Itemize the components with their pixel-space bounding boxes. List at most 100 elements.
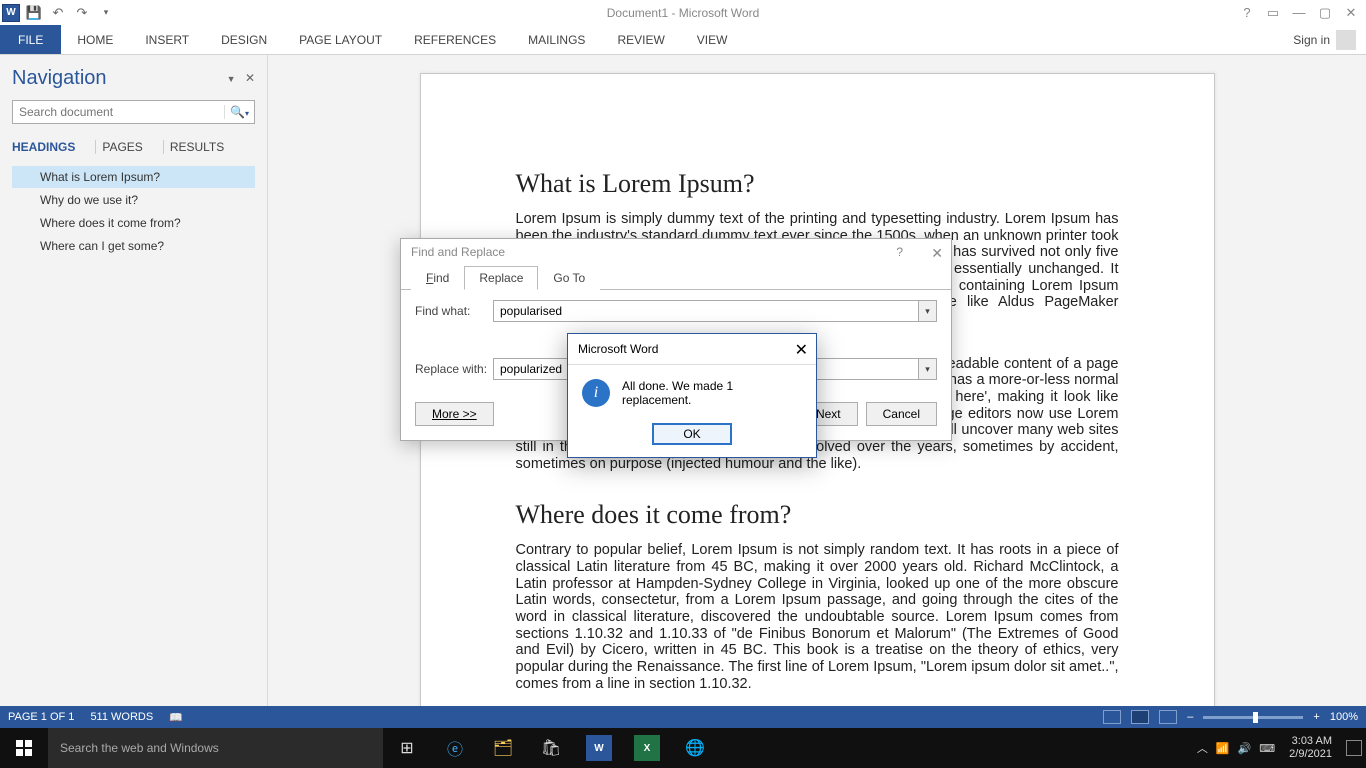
taskbar-date: 2/9/2021 bbox=[1289, 748, 1332, 761]
ribbon-display-icon[interactable]: ▭ bbox=[1264, 5, 1282, 21]
dialog-help-icon[interactable]: ? bbox=[896, 245, 903, 259]
save-icon[interactable]: 💾 bbox=[24, 5, 44, 21]
nav-search-input[interactable] bbox=[13, 105, 224, 119]
qat-customize-icon[interactable]: ▾ bbox=[96, 7, 116, 18]
volume-icon[interactable]: 🔊 bbox=[1238, 742, 1252, 755]
ok-button[interactable]: OK bbox=[652, 423, 732, 445]
maximize-icon[interactable]: ▢ bbox=[1316, 5, 1334, 21]
file-explorer-icon[interactable]: 🗂 bbox=[479, 728, 527, 768]
avatar-icon bbox=[1336, 30, 1356, 50]
network-icon[interactable]: 📶 bbox=[1216, 742, 1230, 755]
minimize-icon[interactable]: — bbox=[1290, 5, 1308, 21]
more-button[interactable]: More >> bbox=[415, 402, 494, 426]
cancel-button[interactable]: Cancel bbox=[866, 402, 937, 426]
dialog-close-icon[interactable]: ✕ bbox=[931, 245, 943, 262]
doc-paragraph: Contrary to popular belief, Lorem Ipsum … bbox=[516, 542, 1119, 692]
find-what-label: Find what: bbox=[415, 304, 493, 318]
heading-item[interactable]: What is Lorem Ipsum? bbox=[12, 166, 255, 188]
excel-taskbar-icon[interactable]: X bbox=[623, 728, 671, 768]
doc-heading-1: What is Lorem Ipsum? bbox=[516, 169, 1119, 199]
undo-icon[interactable]: ↶ bbox=[48, 5, 68, 21]
store-icon[interactable]: 🛍 bbox=[527, 728, 575, 768]
sign-in[interactable]: Sign in bbox=[1293, 25, 1366, 54]
word-taskbar-icon[interactable]: W bbox=[575, 728, 623, 768]
nav-tab-results[interactable]: RESULTS bbox=[170, 138, 234, 156]
message-text: All done. We made 1 replacement. bbox=[622, 379, 802, 407]
zoom-level[interactable]: 100% bbox=[1330, 711, 1358, 723]
message-box-title: Microsoft Word bbox=[578, 342, 658, 356]
keyboard-icon[interactable]: ⌨ bbox=[1259, 742, 1275, 755]
document-title: Document1 - Microsoft Word bbox=[607, 6, 760, 20]
tray-chevron-icon[interactable]: ︿ bbox=[1197, 740, 1208, 756]
close-icon[interactable]: ✕ bbox=[1342, 5, 1360, 21]
status-words[interactable]: 511 WORDS bbox=[90, 711, 153, 723]
nav-tabs: HEADINGS PAGES RESULTS bbox=[12, 138, 255, 156]
status-bar: PAGE 1 OF 1 511 WORDS 📖 – + 100% bbox=[0, 706, 1366, 728]
doc-heading-3: Where does it come from? bbox=[516, 500, 1119, 530]
status-page[interactable]: PAGE 1 OF 1 bbox=[8, 711, 74, 723]
zoom-out-icon[interactable]: – bbox=[1187, 711, 1193, 723]
tab-mailings[interactable]: MAILINGS bbox=[512, 25, 601, 54]
navigation-pane: Navigation ▼ ✕ 🔍▾ HEADINGS PAGES RESULTS… bbox=[0, 55, 268, 728]
find-what-input[interactable] bbox=[493, 300, 919, 322]
replace-with-dropdown-icon[interactable]: ▾ bbox=[919, 358, 937, 380]
zoom-in-icon[interactable]: + bbox=[1313, 711, 1319, 723]
tab-home[interactable]: HOME bbox=[61, 25, 129, 54]
nav-dropdown-icon[interactable]: ▼ bbox=[227, 74, 236, 84]
message-box: Microsoft Word ✕ i All done. We made 1 r… bbox=[567, 333, 817, 458]
redo-icon[interactable]: ↷ bbox=[72, 5, 92, 21]
edge-icon[interactable]: ⓔ bbox=[431, 728, 479, 768]
ribbon-tabs: FILE HOME INSERT DESIGN PAGE LAYOUT REFE… bbox=[0, 25, 1366, 55]
navigation-title: Navigation ▼ ✕ bbox=[12, 67, 255, 90]
taskbar-clock[interactable]: 3:03 AM 2/9/2021 bbox=[1283, 735, 1338, 761]
task-view-icon[interactable]: ⊞ bbox=[383, 728, 431, 768]
action-center-icon[interactable] bbox=[1346, 740, 1362, 756]
sign-in-label: Sign in bbox=[1293, 33, 1330, 47]
proofing-icon[interactable]: 📖 bbox=[169, 711, 183, 724]
nav-tab-pages[interactable]: PAGES bbox=[102, 138, 152, 156]
start-button[interactable] bbox=[0, 728, 48, 768]
system-tray: ︿ 📶 🔊 ⌨ 3:03 AM 2/9/2021 bbox=[1197, 735, 1366, 761]
fr-tab-find[interactable]: Find bbox=[411, 266, 464, 290]
find-what-dropdown-icon[interactable]: ▾ bbox=[919, 300, 937, 322]
heading-item[interactable]: Where does it come from? bbox=[12, 212, 255, 234]
tab-page-layout[interactable]: PAGE LAYOUT bbox=[283, 25, 398, 54]
chrome-icon[interactable]: 🌐 bbox=[671, 728, 719, 768]
find-replace-titlebar[interactable]: Find and Replace ? ✕ bbox=[401, 239, 951, 265]
title-bar: W 💾 ↶ ↷ ▾ Document1 - Microsoft Word ? ▭… bbox=[0, 0, 1366, 25]
taskbar-time: 3:03 AM bbox=[1289, 735, 1332, 748]
info-icon: i bbox=[582, 379, 610, 407]
find-replace-tabs: Find Replace Go To bbox=[401, 265, 951, 290]
taskbar-search-placeholder: Search the web and Windows bbox=[60, 741, 219, 755]
find-replace-title: Find and Replace bbox=[411, 245, 505, 259]
heading-item[interactable]: Why do we use it? bbox=[12, 189, 255, 211]
help-icon[interactable]: ? bbox=[1238, 5, 1256, 21]
nav-close-icon[interactable]: ✕ bbox=[245, 71, 255, 85]
window-controls: ? ▭ — ▢ ✕ bbox=[1238, 5, 1366, 21]
tab-file[interactable]: FILE bbox=[0, 25, 61, 54]
taskbar-apps: ⊞ ⓔ 🗂 🛍 W X 🌐 bbox=[383, 728, 719, 768]
web-layout-icon[interactable] bbox=[1159, 710, 1177, 724]
fr-tab-replace[interactable]: Replace bbox=[464, 266, 538, 290]
tab-design[interactable]: DESIGN bbox=[205, 25, 283, 54]
find-what-row: Find what: ▾ bbox=[415, 300, 937, 322]
word-app-icon: W bbox=[2, 4, 20, 22]
nav-search[interactable]: 🔍▾ bbox=[12, 100, 255, 124]
tab-references[interactable]: REFERENCES bbox=[398, 25, 512, 54]
message-close-icon[interactable]: ✕ bbox=[795, 340, 808, 360]
windows-taskbar: Search the web and Windows ⊞ ⓔ 🗂 🛍 W X 🌐… bbox=[0, 728, 1366, 768]
tab-review[interactable]: REVIEW bbox=[601, 25, 680, 54]
tab-view[interactable]: VIEW bbox=[681, 25, 744, 54]
quick-access-toolbar: W 💾 ↶ ↷ ▾ bbox=[0, 4, 116, 22]
heading-item[interactable]: Where can I get some? bbox=[12, 235, 255, 257]
zoom-slider[interactable] bbox=[1203, 716, 1303, 719]
search-icon[interactable]: 🔍▾ bbox=[224, 105, 254, 119]
tab-insert[interactable]: INSERT bbox=[129, 25, 205, 54]
nav-tab-headings[interactable]: HEADINGS bbox=[12, 138, 85, 156]
read-mode-icon[interactable] bbox=[1103, 710, 1121, 724]
message-box-titlebar[interactable]: Microsoft Word ✕ bbox=[568, 334, 816, 365]
headings-list: What is Lorem Ipsum? Why do we use it? W… bbox=[12, 166, 255, 257]
fr-tab-goto[interactable]: Go To bbox=[538, 266, 600, 290]
print-layout-icon[interactable] bbox=[1131, 710, 1149, 724]
taskbar-search[interactable]: Search the web and Windows bbox=[48, 728, 383, 768]
